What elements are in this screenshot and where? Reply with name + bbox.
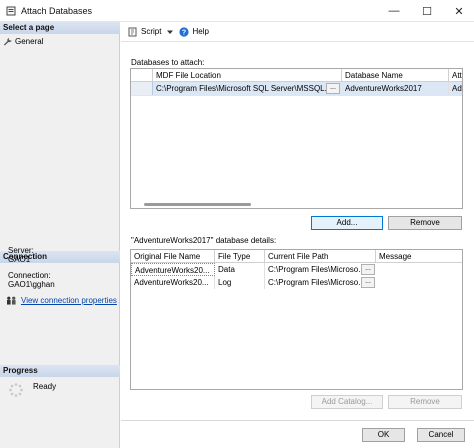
remove-button[interactable]: Remove xyxy=(388,216,462,230)
table-row[interactable]: AdventureWorks20... Data C:\Program File… xyxy=(131,263,462,276)
mdf-location-cell[interactable]: C:\Program Files\Microsoft SQL Server\MS… xyxy=(153,82,327,95)
database-details-label: "AdventureWorks2017" database details: xyxy=(131,236,277,245)
row-selector[interactable] xyxy=(131,82,153,95)
script-label: Script xyxy=(141,27,162,36)
current-path-cell[interactable]: C:\Program Files\Microso... xyxy=(265,263,361,276)
browse-path-button[interactable]: ... xyxy=(361,264,375,275)
grid-header-attach-as[interactable]: Attach As xyxy=(449,69,462,82)
wrench-icon xyxy=(3,37,12,46)
chevron-down-icon xyxy=(167,30,174,34)
databases-grid[interactable]: MDF File Location Database Name Attach A… xyxy=(130,68,463,209)
ok-button[interactable]: OK xyxy=(362,428,405,442)
current-path-cell[interactable]: C:\Program Files\Microso... xyxy=(265,276,361,289)
remove-detail-button[interactable]: Remove xyxy=(388,395,462,409)
svg-text:?: ? xyxy=(182,29,186,36)
table-row[interactable]: C:\Program Files\Microsoft SQL Server\MS… xyxy=(131,82,462,96)
browse-mdf-button[interactable]: ... xyxy=(326,83,340,94)
add-catalog-button[interactable]: Add Catalog... xyxy=(311,395,383,409)
progress-header: Progress xyxy=(0,365,120,377)
original-file-cell[interactable]: AdventureWorks20... xyxy=(131,263,215,276)
help-button[interactable]: ? Help xyxy=(176,24,211,40)
help-label: Help xyxy=(192,27,209,36)
attach-as-cell[interactable]: Adve xyxy=(449,82,462,95)
cancel-button[interactable]: Cancel xyxy=(417,428,465,442)
file-type-cell[interactable]: Data xyxy=(215,263,265,276)
file-type-cell[interactable]: Log xyxy=(215,276,265,289)
help-icon: ? xyxy=(179,26,190,37)
table-row[interactable]: AdventureWorks20... Log C:\Program Files… xyxy=(131,276,462,289)
details-grid[interactable]: Original File Name File Type Current Fil… xyxy=(130,249,463,390)
script-button[interactable]: Script xyxy=(125,24,164,40)
script-icon xyxy=(128,27,137,36)
script-dropdown-button[interactable] xyxy=(166,24,174,40)
view-connection-link[interactable]: View connection properties xyxy=(21,296,117,305)
browse-path-button[interactable]: ... xyxy=(361,277,375,288)
grid-header-select xyxy=(131,69,153,82)
details-header-file-type[interactable]: File Type xyxy=(215,250,265,263)
footer-divider xyxy=(121,420,474,421)
connection-value: GAO1\gghan xyxy=(8,280,55,289)
details-header-original-file[interactable]: Original File Name xyxy=(131,250,215,263)
grid-header-dbname[interactable]: Database Name xyxy=(342,69,449,82)
maximize-button[interactable]: ☐ xyxy=(412,0,442,22)
close-button[interactable]: ✕ xyxy=(444,0,474,22)
window-title: Attach Databases xyxy=(21,6,93,16)
connection-label: Connection: xyxy=(8,271,51,280)
toolbar: Script ? Help xyxy=(121,22,474,42)
progress-spinner-icon xyxy=(9,383,23,397)
server-label: Server: xyxy=(8,246,34,255)
horizontal-scrollbar[interactable] xyxy=(144,203,251,206)
database-name-cell[interactable]: AdventureWorks2017 xyxy=(342,82,449,95)
grid-header-mdf[interactable]: MDF File Location xyxy=(153,69,342,82)
details-header-current-path[interactable]: Current File Path xyxy=(265,250,376,263)
minimize-button[interactable]: — xyxy=(379,0,409,22)
page-item-label: General xyxy=(15,36,44,46)
connection-properties-icon xyxy=(7,296,16,305)
app-icon xyxy=(6,6,16,16)
server-value: GAO1 xyxy=(8,255,31,264)
databases-to-attach-label: Databases to attach: xyxy=(131,58,205,67)
original-file-cell[interactable]: AdventureWorks20... xyxy=(131,276,215,289)
details-header-message[interactable]: Message xyxy=(376,250,462,263)
add-button[interactable]: Add... xyxy=(311,216,383,230)
view-connection-properties[interactable]: View connection properties xyxy=(6,296,117,305)
select-page-header: Select a page xyxy=(0,22,120,34)
progress-status: Ready xyxy=(33,382,57,391)
page-item-general[interactable]: General xyxy=(3,35,119,47)
